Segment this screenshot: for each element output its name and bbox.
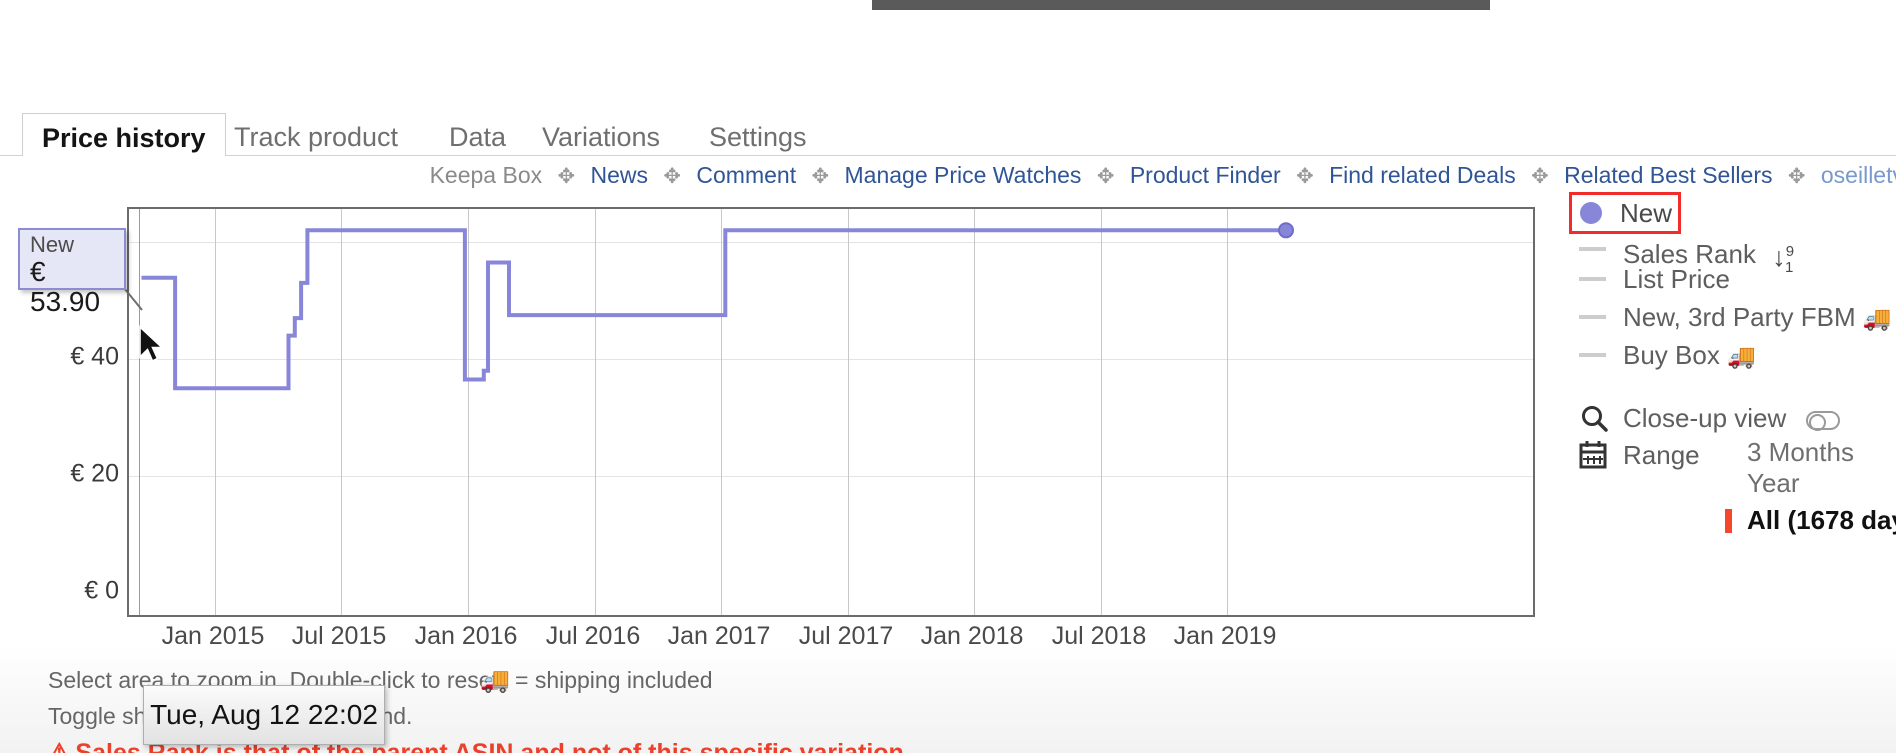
legend-swatch-line-icon bbox=[1579, 277, 1606, 281]
footer-shipping-note: = shipping included bbox=[515, 667, 713, 693]
nav-keepa-box[interactable]: Keepa Box bbox=[430, 162, 543, 188]
date-tooltip: Tue, Aug 12 22:02 bbox=[143, 685, 385, 745]
chart-controls: Close-up view Range 3 Months Year All (1… bbox=[1575, 400, 1896, 535]
shipping-truck-icon: 🚚 bbox=[480, 667, 510, 694]
y-tick-40: € 40 bbox=[70, 342, 119, 371]
close-up-view-control[interactable]: Close-up view bbox=[1575, 400, 1896, 437]
top-dark-bar bbox=[872, 0, 1490, 10]
keepa-price-history-page: Price history Track product Data Variati… bbox=[0, 0, 1896, 753]
nav-separator-icon: ✥ bbox=[663, 165, 682, 188]
search-icon bbox=[1582, 406, 1608, 432]
y-tick-20: € 20 bbox=[70, 459, 119, 488]
close-up-view-label: Close-up view bbox=[1623, 403, 1787, 433]
nav-separator-icon: ✥ bbox=[1096, 165, 1115, 188]
legend-swatch-dot-icon bbox=[1580, 202, 1602, 224]
secondary-nav: Keepa Box ✥ News ✥ Comment ✥ Manage Pric… bbox=[0, 158, 1896, 192]
price-tooltip-series: New bbox=[30, 232, 75, 257]
nav-account-name[interactable]: oseilletv bbox=[1821, 162, 1896, 188]
y-tick-0: € 0 bbox=[84, 576, 119, 605]
legend-item-new[interactable]: New bbox=[1569, 192, 1681, 234]
nav-separator-icon: ✥ bbox=[1787, 165, 1806, 188]
shipping-truck-icon: 🚚 bbox=[1727, 343, 1756, 369]
legend-item-new-3rd-party-fbm[interactable]: New, 3rd Party FBM 🚚 bbox=[1575, 302, 1896, 332]
nav-comment[interactable]: Comment bbox=[696, 162, 796, 188]
mouse-cursor-icon bbox=[139, 325, 165, 363]
date-tooltip-text: Tue, Aug 12 22:02 bbox=[150, 699, 378, 730]
legend-item-buy-box[interactable]: Buy Box 🚚 bbox=[1575, 340, 1896, 370]
tab-strip: Price history Track product Data Variati… bbox=[0, 112, 1896, 156]
nav-separator-icon: ✥ bbox=[811, 165, 830, 188]
nav-separator-icon: ✥ bbox=[1296, 165, 1314, 188]
range-label: Range bbox=[1623, 440, 1700, 470]
close-up-view-toggle[interactable] bbox=[1805, 411, 1840, 431]
legend-label-buy-box: Buy Box bbox=[1623, 340, 1720, 370]
price-tooltip: New € 53.90 bbox=[18, 228, 126, 317]
chart-crosshair bbox=[139, 209, 140, 615]
price-tooltip-value: € 53.90 bbox=[30, 256, 101, 317]
shipping-truck-icon: 🚚 bbox=[1862, 305, 1892, 331]
new-price-series bbox=[141, 222, 1294, 391]
legend-swatch-line-icon bbox=[1579, 247, 1606, 251]
chart-legend: New Sales Rank ↓91 List Price New, 3rd P… bbox=[1569, 192, 1896, 370]
legend-label-new: New bbox=[1620, 198, 1673, 228]
range-option-all[interactable]: All (1678 days) bbox=[1724, 505, 1896, 536]
nav-related-best-sellers[interactable]: Related Best Sellers bbox=[1564, 162, 1772, 188]
series-end-marker bbox=[1278, 222, 1294, 239]
legend-label-new-3rd-party-fbm: New, 3rd Party FBM bbox=[1623, 302, 1856, 332]
legend-item-list-price[interactable]: List Price bbox=[1575, 264, 1896, 294]
range-control: Range 3 Months Year All (1678 days) bbox=[1575, 437, 1896, 535]
nav-find-related-deals[interactable]: Find related Deals bbox=[1329, 162, 1516, 188]
tab-data[interactable]: Data bbox=[430, 113, 525, 156]
legend-swatch-line-icon bbox=[1579, 315, 1606, 319]
tab-settings[interactable]: Settings bbox=[690, 113, 826, 156]
price-history-chart[interactable] bbox=[127, 207, 1535, 617]
nav-separator-icon: ✥ bbox=[557, 165, 576, 188]
rank-sup: 9 bbox=[1785, 243, 1795, 260]
nav-manage-price-watches[interactable]: Manage Price Watches bbox=[845, 162, 1082, 188]
tab-variations[interactable]: Variations bbox=[523, 113, 679, 156]
legend-swatch-line-icon bbox=[1579, 353, 1606, 357]
range-option-year[interactable]: Year bbox=[1747, 468, 1896, 499]
nav-product-finder[interactable]: Product Finder bbox=[1130, 162, 1281, 188]
legend-item-sales-rank[interactable]: Sales Rank ↓91 bbox=[1575, 234, 1896, 276]
calendar-icon bbox=[1579, 441, 1607, 469]
tab-price-history[interactable]: Price history bbox=[22, 113, 226, 156]
nav-news[interactable]: News bbox=[591, 162, 649, 188]
nav-separator-icon: ✥ bbox=[1531, 165, 1549, 188]
tab-track-product[interactable]: Track product bbox=[215, 113, 417, 156]
range-option-3-months[interactable]: 3 Months bbox=[1747, 437, 1896, 468]
warning-triangle-icon: ⚠ bbox=[48, 739, 71, 753]
legend-label-list-price: List Price bbox=[1623, 264, 1730, 294]
